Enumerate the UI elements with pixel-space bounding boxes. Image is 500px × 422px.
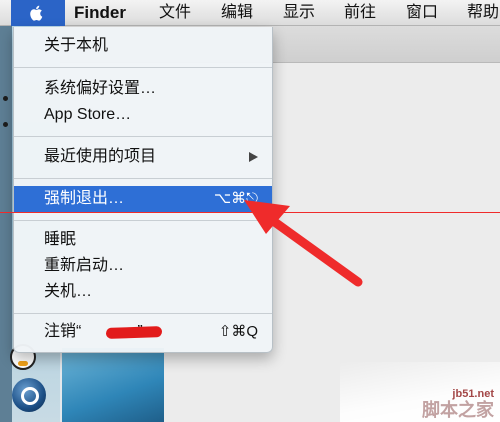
menu-bar: Finder 文件 编辑 显示 前往 窗口 帮助 — [0, 0, 500, 26]
strip-dot — [3, 96, 8, 101]
desktop-left-strip — [0, 26, 12, 422]
menu-item-restart[interactable]: 重新启动… — [14, 253, 272, 279]
menu-separator — [14, 220, 272, 221]
redaction-mark — [105, 326, 163, 339]
menubar-window[interactable]: 窗口 — [406, 0, 438, 26]
menu-item-label: 关于本机 — [44, 37, 109, 54]
menu-item-label: 重新启动… — [44, 257, 125, 274]
menu-item-shortcut: ⇧⌘Q — [218, 323, 258, 340]
menubar-go[interactable]: 前往 — [344, 0, 376, 26]
menubar-finder[interactable]: Finder — [74, 0, 126, 26]
menu-separator — [14, 313, 272, 314]
watermark: jb51.net 脚本之家 — [422, 388, 494, 420]
menubar-view[interactable]: 显示 — [283, 0, 315, 26]
watermark-domain: jb51.net — [452, 388, 494, 400]
menu-separator — [14, 67, 272, 68]
strip-dot — [3, 122, 8, 127]
menu-item-app-store[interactable]: App Store… — [14, 102, 272, 128]
menu-item-label: 关机… — [44, 283, 93, 300]
quicktime-icon[interactable] — [12, 378, 46, 412]
menu-item-shortcut: ⌥⌘⎋ — [213, 190, 258, 207]
apple-dropdown-menu: 关于本机 系统偏好设置… App Store… 最近使用的项目 强制退出… ⌥⌘… — [13, 27, 273, 353]
menu-separator — [14, 178, 272, 179]
menu-item-force-quit[interactable]: 强制退出… ⌥⌘⎋ — [14, 186, 272, 212]
menu-item-label: 睡眠 — [44, 231, 77, 248]
menu-item-system-preferences[interactable]: 系统偏好设置… — [14, 76, 272, 102]
menubar-edit[interactable]: 编辑 — [221, 0, 253, 26]
apple-logo-icon — [30, 5, 43, 21]
submenu-arrow-icon — [249, 152, 258, 162]
menu-item-recent-items[interactable]: 最近使用的项目 — [14, 144, 272, 170]
annotation-guide-line — [0, 212, 500, 213]
menu-item-sleep[interactable]: 睡眠 — [14, 227, 272, 253]
menu-item-logout[interactable]: 注销“”… ⇧⌘Q — [14, 319, 272, 345]
menu-item-label: 系统偏好设置… — [44, 80, 157, 97]
background-photo — [62, 348, 164, 422]
watermark-name: 脚本之家 — [422, 400, 494, 420]
menu-item-about[interactable]: 关于本机 — [14, 33, 272, 59]
apple-menu-button[interactable] — [11, 0, 65, 26]
menubar-help[interactable]: 帮助 — [467, 0, 499, 26]
logout-prefix: 注销“ — [44, 323, 82, 340]
menu-item-label: App Store… — [44, 106, 132, 123]
menu-separator — [14, 136, 272, 137]
menu-item-label: 最近使用的项目 — [44, 148, 157, 165]
menu-item-label: 强制退出… — [44, 190, 125, 207]
menu-item-shutdown[interactable]: 关机… — [14, 279, 272, 305]
menubar-file[interactable]: 文件 — [159, 0, 191, 26]
